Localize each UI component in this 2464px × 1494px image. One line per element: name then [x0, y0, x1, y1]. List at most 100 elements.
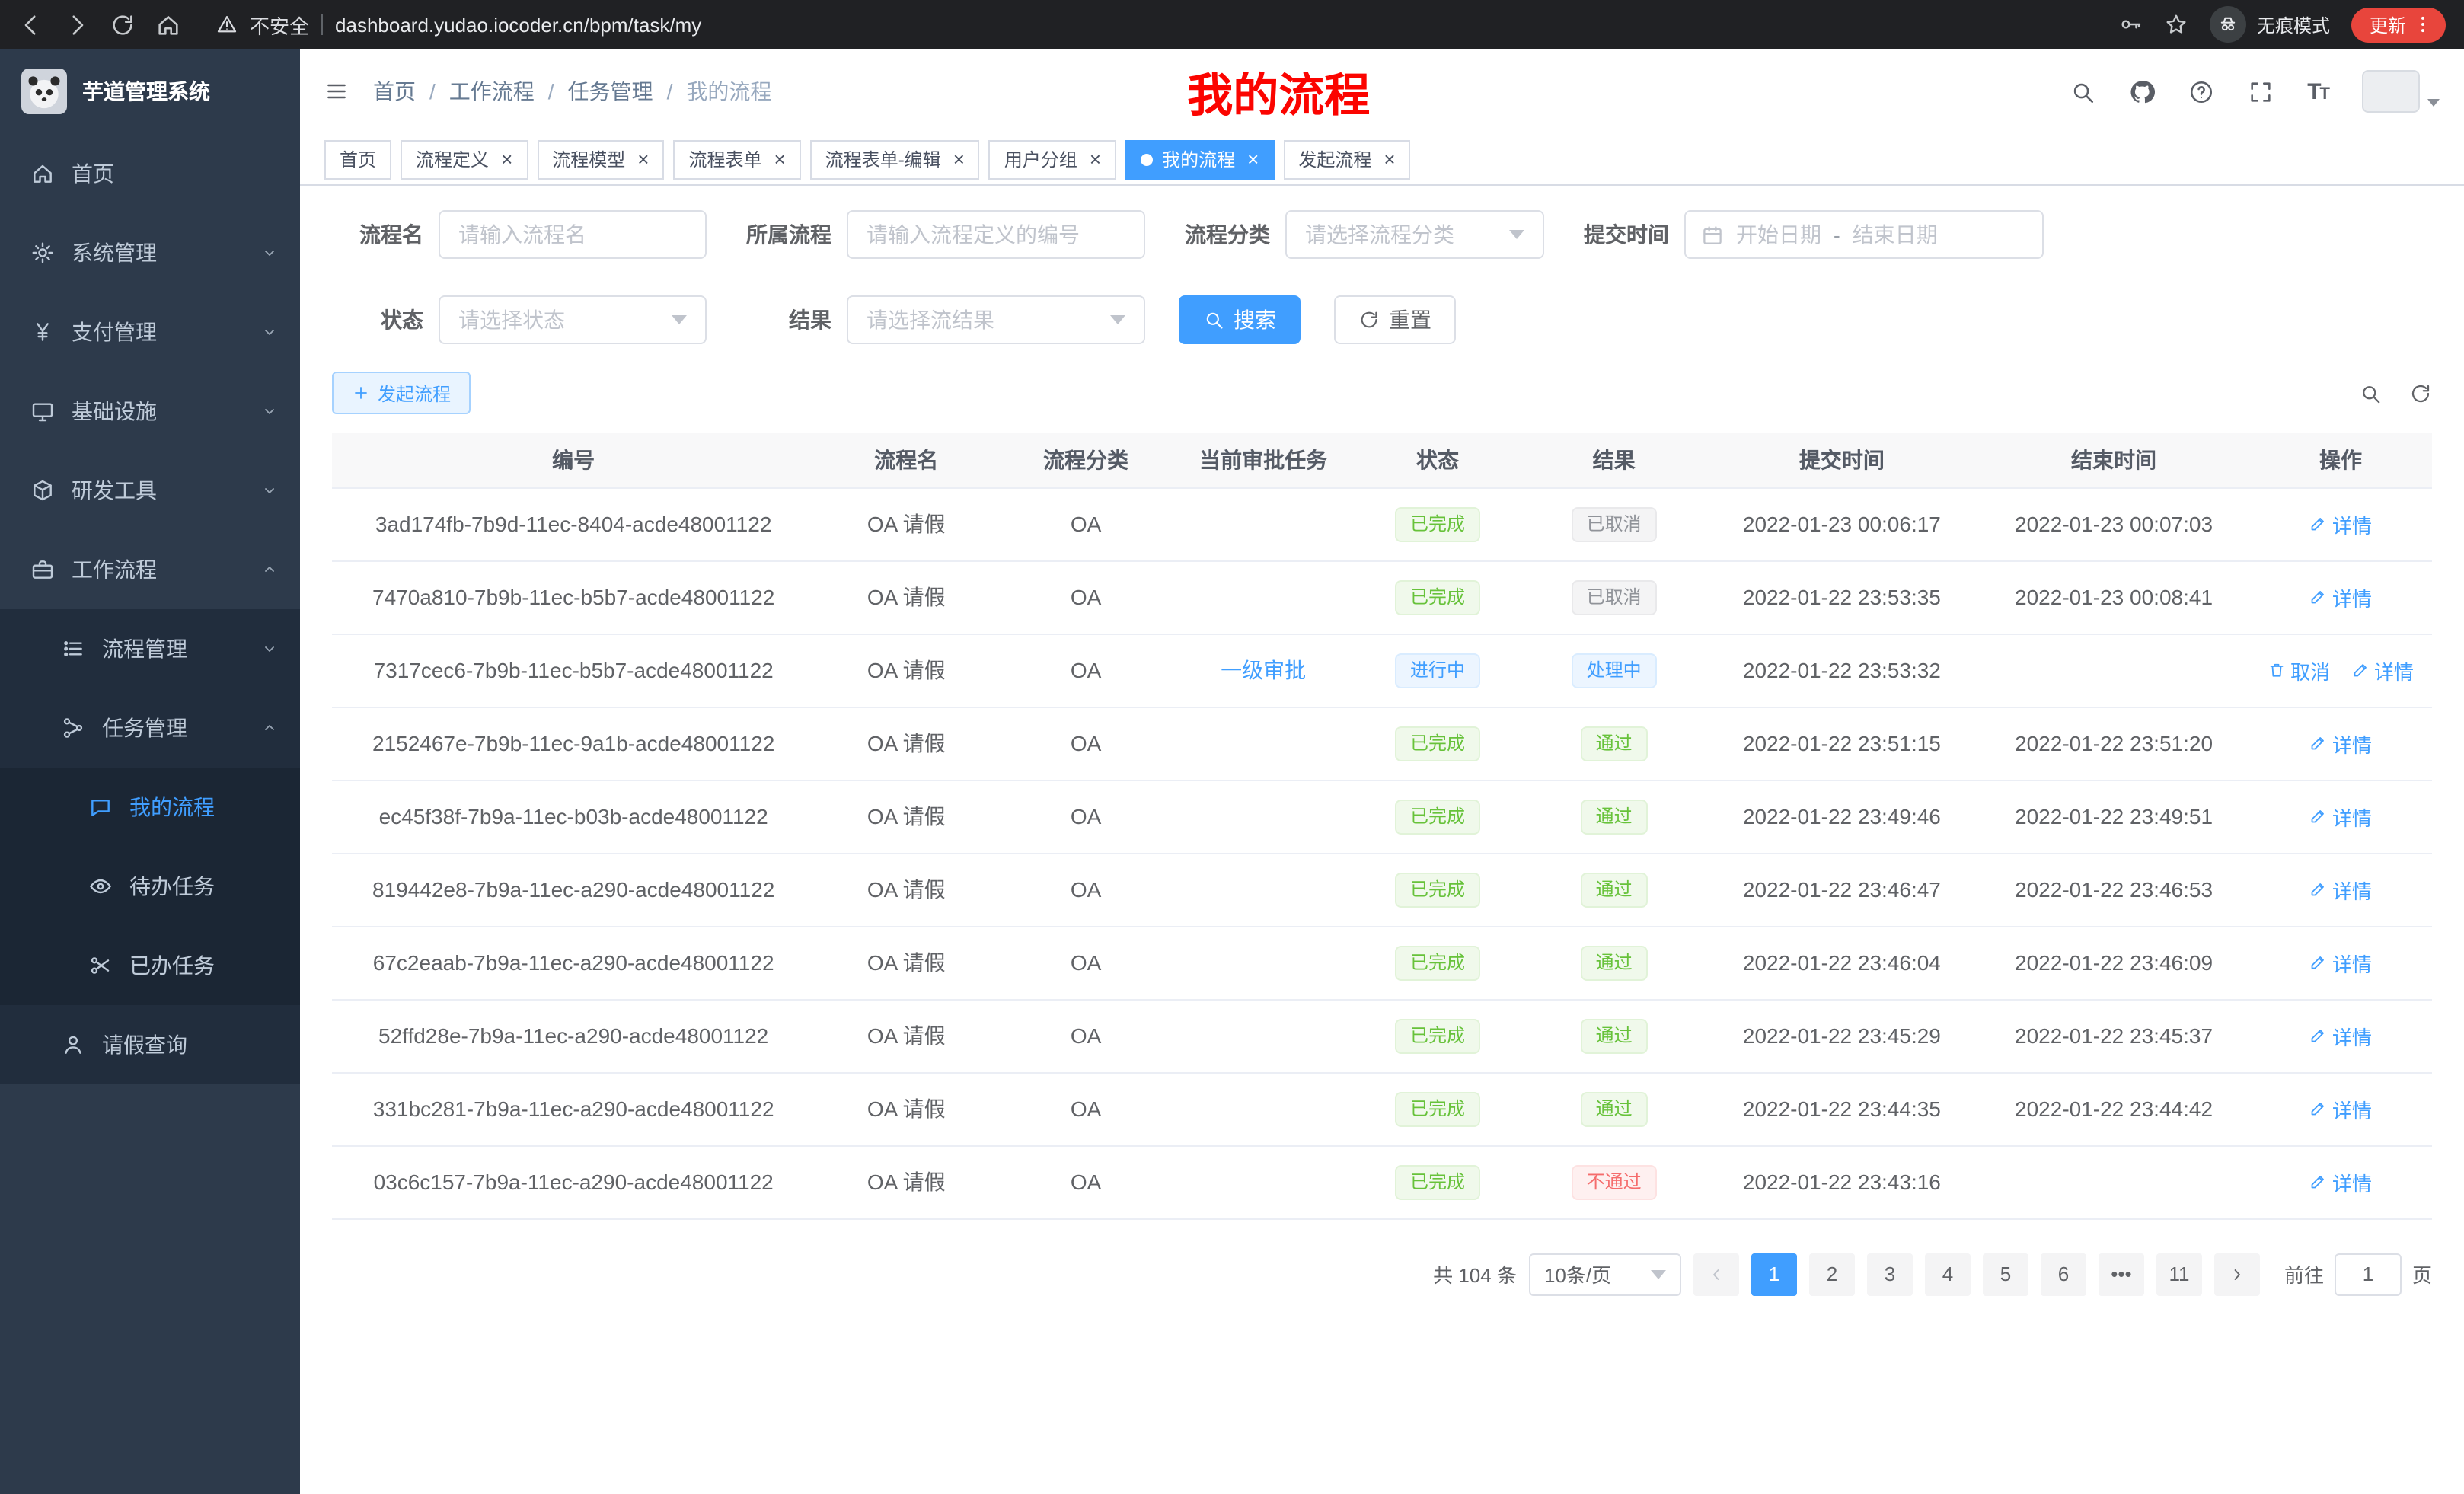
sidebar-item[interactable]: 研发工具: [0, 451, 300, 530]
search-button[interactable]: 搜索: [1179, 295, 1301, 344]
back-icon[interactable]: [18, 11, 44, 37]
detail-link[interactable]: 详情: [2309, 1167, 2372, 1196]
goto-page-input[interactable]: [2335, 1253, 2402, 1295]
breadcrumb-item[interactable]: 工作流程: [449, 76, 535, 107]
cell-name: OA 请假: [815, 999, 997, 1072]
current-task-link[interactable]: 一级审批: [1221, 658, 1306, 682]
close-icon[interactable]: ×: [501, 149, 512, 169]
hide-search-icon[interactable]: [2359, 381, 2382, 404]
address-bar[interactable]: 不安全 dashboard.yudao.iocoder.cn/bpm/task/…: [216, 10, 701, 39]
chevron-down-icon: [672, 315, 687, 324]
sidebar-item[interactable]: 基础设施: [0, 372, 300, 451]
sidebar-item[interactable]: 首页: [0, 134, 300, 213]
page-size-select[interactable]: 10条/页: [1529, 1253, 1681, 1295]
column-header: 状态: [1352, 433, 1522, 487]
plus-icon: [352, 384, 370, 402]
tab-item[interactable]: 发起流程×: [1283, 139, 1410, 179]
cell-end-time: 2022-01-23 00:08:41: [1978, 560, 2249, 634]
sidebar-item[interactable]: 流程管理: [0, 609, 300, 688]
detail-link[interactable]: 详情: [2309, 1021, 2372, 1050]
tab-item[interactable]: 我的流程×: [1125, 139, 1274, 179]
update-button[interactable]: 更新: [2351, 7, 2446, 42]
tab-item[interactable]: 流程表单-编辑×: [810, 139, 980, 179]
github-icon[interactable]: [2129, 78, 2155, 104]
result-select[interactable]: 请选择流结果: [847, 295, 1145, 344]
logo-row[interactable]: 芋道管理系统: [0, 49, 300, 134]
page-button[interactable]: 11: [2156, 1253, 2202, 1295]
status-select[interactable]: 请选择状态: [439, 295, 707, 344]
cell-category: OA: [997, 634, 1174, 707]
close-icon[interactable]: ×: [1247, 149, 1259, 169]
close-icon[interactable]: ×: [637, 149, 649, 169]
breadcrumb-item[interactable]: 任务管理: [568, 76, 653, 107]
detail-link[interactable]: 详情: [2309, 729, 2372, 758]
sidebar-item[interactable]: 请假查询: [0, 1005, 300, 1084]
tab-item[interactable]: 用户分组×: [989, 139, 1116, 179]
fullscreen-icon[interactable]: [2248, 78, 2274, 104]
browser-menu-icon[interactable]: [2412, 14, 2434, 35]
chevron-down-icon: [260, 323, 279, 341]
password-key-icon[interactable]: [2118, 12, 2143, 37]
process-name-input[interactable]: [439, 210, 707, 259]
tab-item[interactable]: 流程定义×: [401, 139, 528, 179]
edit-icon: [2309, 953, 2328, 972]
refresh-icon: [1358, 309, 1380, 330]
help-icon[interactable]: [2188, 78, 2214, 104]
tab-item[interactable]: 流程模型×: [537, 139, 664, 179]
sidebar-item[interactable]: 我的流程: [0, 768, 300, 847]
detail-link[interactable]: 详情: [2309, 875, 2372, 904]
bookmark-star-icon[interactable]: [2164, 12, 2188, 37]
reset-button[interactable]: 重置: [1334, 295, 1456, 344]
hamburger-icon[interactable]: [324, 79, 349, 104]
sidebar-item[interactable]: 支付管理: [0, 292, 300, 372]
detail-link[interactable]: 详情: [2309, 583, 2372, 611]
table-row: 03c6c157-7b9a-11ec-a290-acde48001122OA 请…: [332, 1145, 2432, 1218]
home-icon[interactable]: [155, 11, 181, 37]
page-button[interactable]: 4: [1925, 1253, 1971, 1295]
parent-process-input[interactable]: [847, 210, 1145, 259]
page-button[interactable]: 5: [1983, 1253, 2028, 1295]
cell-id: 7470a810-7b9b-11ec-b5b7-acde48001122: [332, 560, 815, 634]
sidebar-item[interactable]: 工作流程: [0, 530, 300, 609]
forward-icon[interactable]: [64, 11, 90, 37]
security-warning-icon: [216, 14, 238, 35]
sidebar-item[interactable]: 已办任务: [0, 926, 300, 1005]
detail-link[interactable]: 详情: [2309, 802, 2372, 831]
close-icon[interactable]: ×: [774, 149, 786, 169]
tab-item[interactable]: 流程表单×: [673, 139, 800, 179]
cell-name: OA 请假: [815, 487, 997, 560]
close-icon[interactable]: ×: [953, 149, 965, 169]
page-button[interactable]: 1: [1751, 1253, 1797, 1295]
close-icon[interactable]: ×: [1384, 149, 1395, 169]
detail-link[interactable]: 详情: [2309, 509, 2372, 538]
page-button[interactable]: 3: [1867, 1253, 1913, 1295]
search-icon[interactable]: [2070, 78, 2095, 104]
detail-link[interactable]: 详情: [2351, 656, 2414, 685]
next-page-button[interactable]: [2214, 1253, 2260, 1295]
table-row: 2152467e-7b9b-11ec-9a1b-acde48001122OA 请…: [332, 707, 2432, 780]
close-icon[interactable]: ×: [1090, 149, 1101, 169]
detail-link[interactable]: 详情: [2309, 1094, 2372, 1123]
cancel-link[interactable]: 取消: [2268, 656, 2330, 685]
tab-item[interactable]: 首页: [324, 139, 391, 179]
more-pages-button[interactable]: •••: [2099, 1253, 2144, 1295]
total-count: 共 104 条: [1433, 1259, 1517, 1288]
page-button[interactable]: 6: [2041, 1253, 2086, 1295]
refresh-table-icon[interactable]: [2409, 381, 2432, 404]
sidebar-item[interactable]: 待办任务: [0, 847, 300, 926]
reload-icon[interactable]: [110, 11, 136, 37]
page-button[interactable]: 2: [1809, 1253, 1855, 1295]
create-process-button[interactable]: 发起流程: [332, 372, 471, 414]
breadcrumb-separator: /: [548, 79, 554, 104]
user-menu[interactable]: [2362, 70, 2440, 113]
category-select[interactable]: 请选择流程分类: [1285, 210, 1544, 259]
cell-id: 2152467e-7b9b-11ec-9a1b-acde48001122: [332, 707, 815, 780]
cell-submit-time: 2022-01-22 23:46:04: [1706, 926, 1979, 999]
prev-page-button[interactable]: [1693, 1253, 1739, 1295]
sidebar-item[interactable]: 任务管理: [0, 688, 300, 768]
detail-link[interactable]: 详情: [2309, 948, 2372, 977]
sidebar-item[interactable]: 系统管理: [0, 213, 300, 292]
font-size-icon[interactable]: TT: [2307, 78, 2328, 104]
date-range-picker[interactable]: 开始日期 - 结束日期: [1684, 210, 2044, 259]
breadcrumb-item[interactable]: 首页: [373, 76, 416, 107]
